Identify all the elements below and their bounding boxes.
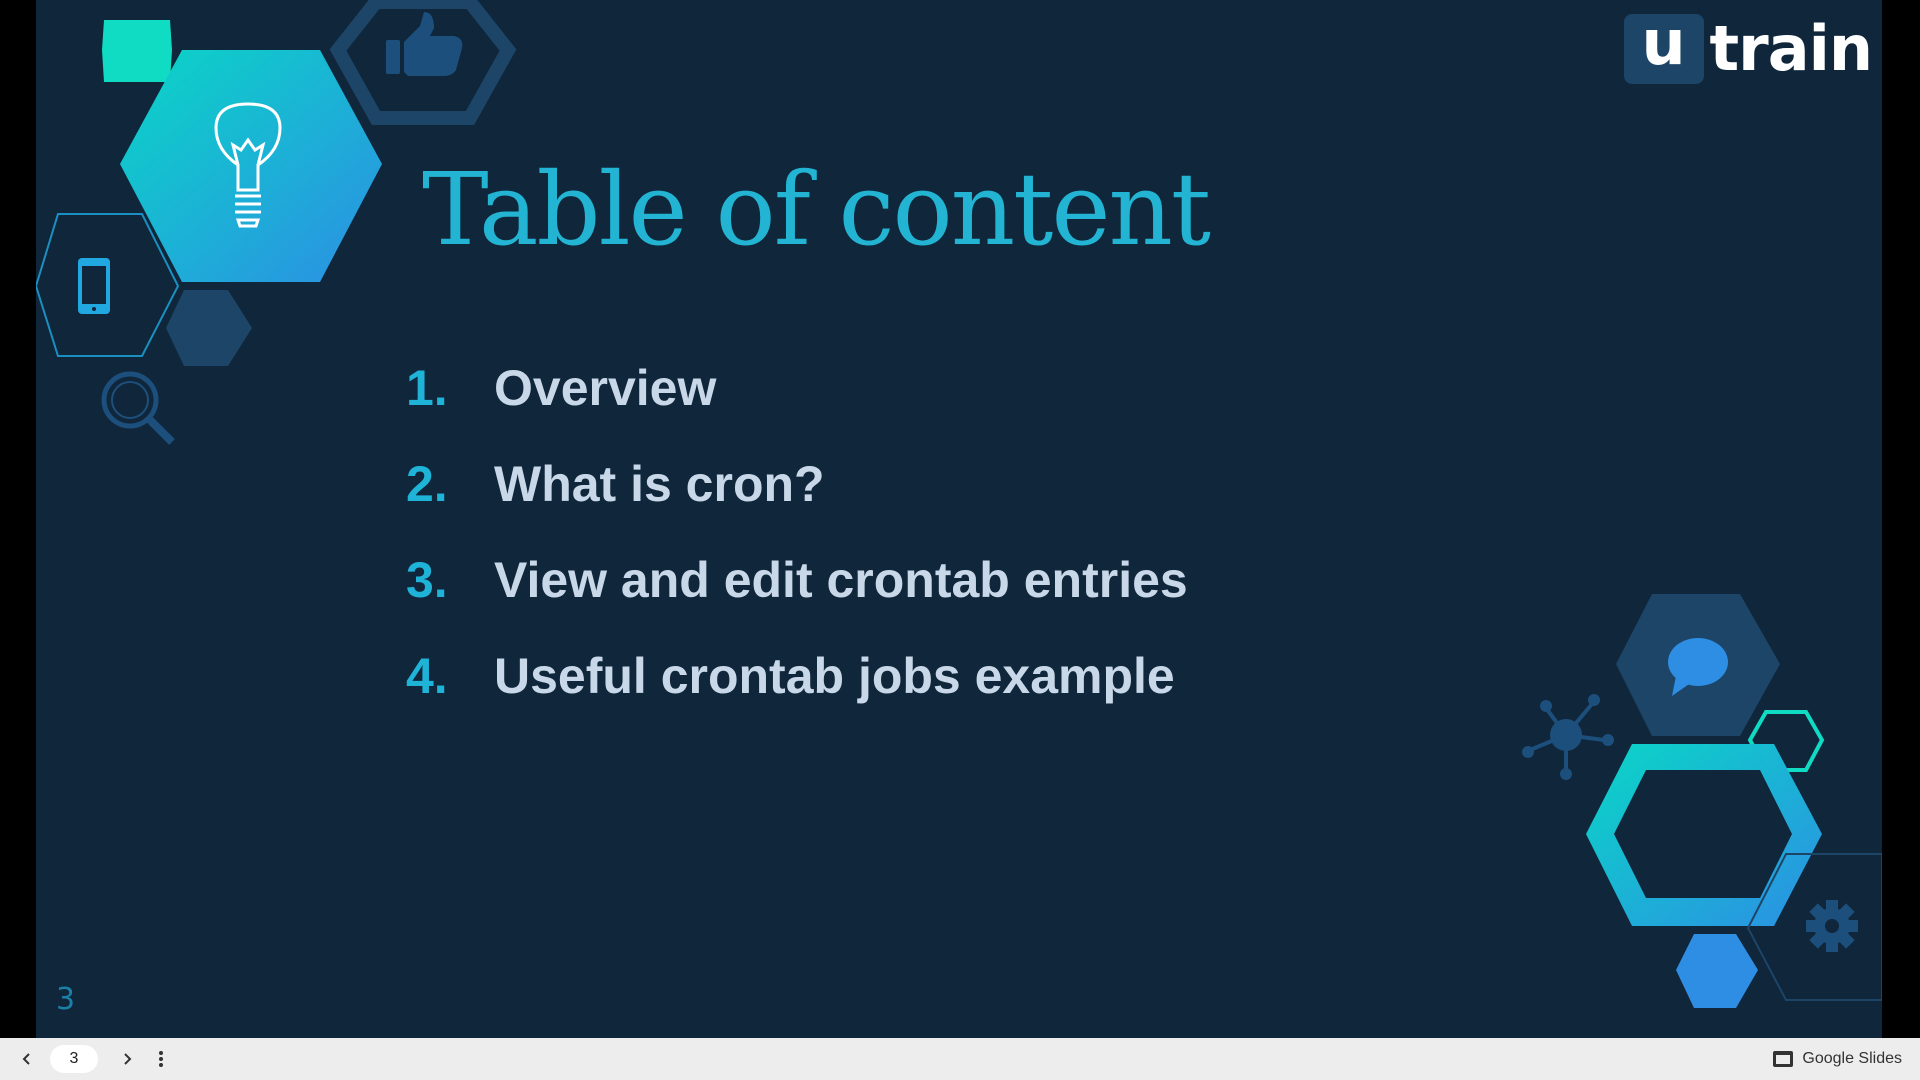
more-options-button[interactable] xyxy=(146,1044,176,1074)
hexagon-ring xyxy=(1586,744,1822,926)
chevron-right-icon xyxy=(124,1053,132,1065)
toc-item-text: What is cron? xyxy=(494,456,825,512)
slide-title: Table of content xyxy=(422,151,1211,268)
logo-word: train xyxy=(1709,12,1873,85)
brand-label: Google Slides xyxy=(1802,1050,1902,1067)
slide: u train Table of content 1. Overview 2. … xyxy=(36,0,1882,1038)
network-icon xyxy=(1522,694,1614,780)
toc-item: 3. View and edit crontab entries xyxy=(406,532,1188,628)
toc-item: 1. Overview xyxy=(406,340,1188,436)
toc-item-text: Useful crontab jobs example xyxy=(494,648,1175,704)
toc-item-number: 3. xyxy=(406,552,448,608)
page-number-input[interactable] xyxy=(50,1045,98,1073)
slide-page-number: 3 xyxy=(56,982,76,1017)
toc-item-text: View and edit crontab entries xyxy=(494,552,1188,608)
toc-item-number: 2. xyxy=(406,456,448,512)
toc-item-text: Overview xyxy=(494,360,717,416)
next-slide-button[interactable] xyxy=(112,1044,142,1074)
table-of-contents: 1. Overview 2. What is cron? 3. View and… xyxy=(406,340,1188,724)
toc-item-number: 4. xyxy=(406,648,448,704)
toc-item-number: 1. xyxy=(406,360,448,416)
previous-slide-button[interactable] xyxy=(12,1044,42,1074)
presentation-icon xyxy=(1773,1051,1794,1067)
logo-box: u xyxy=(1623,12,1704,84)
gear-icon xyxy=(1806,900,1858,952)
toc-item: 4. Useful crontab jobs example xyxy=(406,628,1188,724)
slides-toolbar: Google Slides xyxy=(0,1038,1920,1080)
more-vertical-icon xyxy=(159,1051,163,1067)
hexagon xyxy=(1676,934,1758,1008)
toc-item: 2. What is cron? xyxy=(406,436,1188,532)
chevron-left-icon xyxy=(22,1053,30,1065)
utrain-logo: u train xyxy=(1623,12,1873,85)
google-slides-link[interactable]: Google Slides xyxy=(1772,1038,1902,1080)
